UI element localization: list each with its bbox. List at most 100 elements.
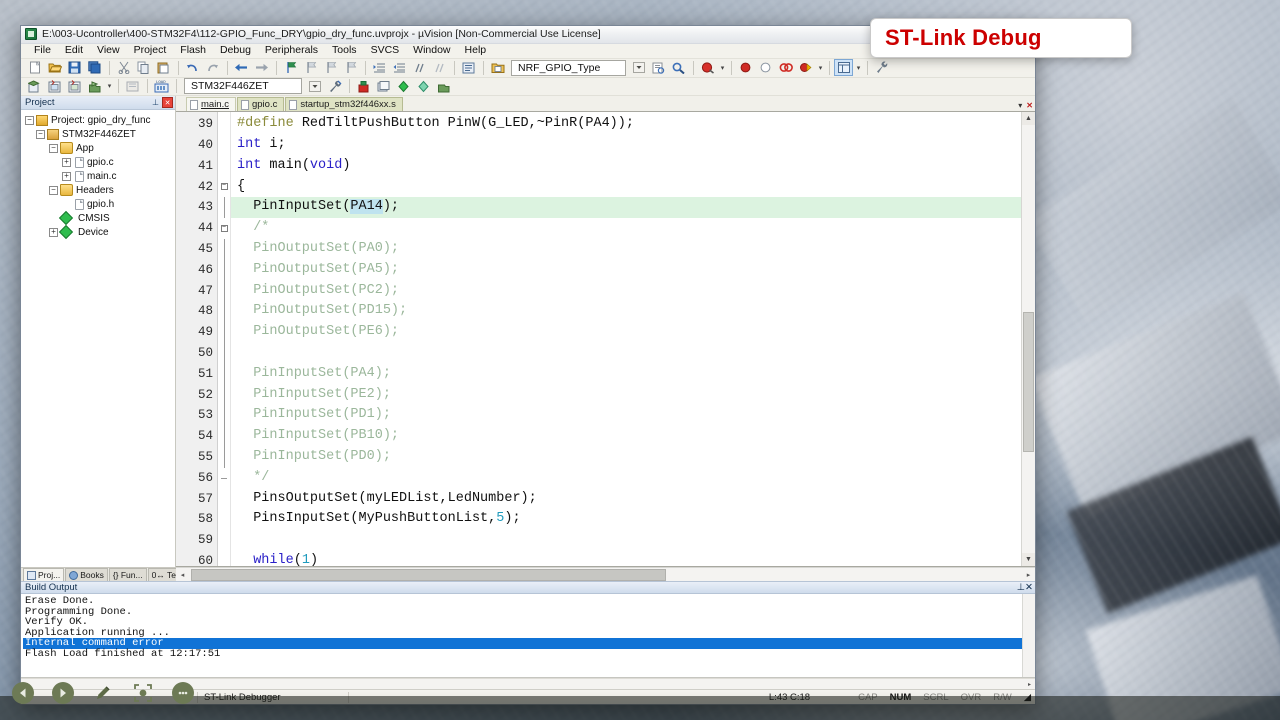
outdent-icon[interactable]: [390, 59, 409, 76]
redo-icon[interactable]: [203, 59, 222, 76]
tree-item-headers[interactable]: − Headers: [23, 183, 175, 197]
scroll-right-icon[interactable]: ▸: [1024, 679, 1035, 689]
translate-icon[interactable]: [25, 78, 44, 95]
find-in-files-icon[interactable]: [649, 59, 668, 76]
code-line[interactable]: */: [231, 468, 1035, 489]
bookmark-clear-icon[interactable]: [341, 59, 360, 76]
code-line[interactable]: {: [231, 177, 1035, 198]
menu-item-view[interactable]: View: [90, 43, 127, 58]
comment-icon[interactable]: [410, 59, 429, 76]
document-tab-startup-s[interactable]: startup_stm32f446xx.s: [285, 97, 403, 112]
code-line[interactable]: PinInputSet(PB10);: [231, 426, 1035, 447]
save-all-icon[interactable]: [85, 59, 104, 76]
code-line[interactable]: PinsInputSet(MyPushButtonList,5);: [231, 509, 1035, 530]
component-teal-icon[interactable]: [414, 78, 433, 95]
tree-item-target[interactable]: − STM32F446ZET: [23, 127, 175, 141]
code-line[interactable]: PinOutputSet(PE6);: [231, 322, 1035, 343]
disable-breakpoint-icon[interactable]: [756, 59, 775, 76]
target-combo[interactable]: STM32F446ZET: [184, 78, 302, 95]
debug-dropdown-icon[interactable]: ▾: [718, 64, 727, 72]
manage-windows-icon[interactable]: [834, 59, 853, 77]
expander-icon[interactable]: −: [36, 129, 45, 139]
rebuild-icon[interactable]: [65, 78, 84, 95]
pin-icon[interactable]: ⊥: [150, 97, 161, 108]
uncomment-icon[interactable]: [430, 59, 449, 76]
code-line[interactable]: /*: [231, 218, 1035, 239]
menu-item-project[interactable]: Project: [127, 43, 174, 58]
expander-icon[interactable]: +: [49, 227, 58, 237]
build-output-text[interactable]: Erase Done. Programming Done. Verify OK. Ap…: [21, 594, 1035, 678]
disable-all-breakpoints-icon[interactable]: [776, 59, 795, 76]
manage-run-time-env-icon[interactable]: [354, 78, 373, 95]
expander-icon[interactable]: +: [62, 157, 71, 167]
scroll-down-icon[interactable]: ▼: [1022, 553, 1035, 566]
navigate-back-icon[interactable]: [232, 59, 251, 76]
fold-margin[interactable]: − −: [218, 112, 231, 566]
tab-books[interactable]: Books: [65, 568, 108, 581]
horizontal-scroll-thumb[interactable]: [191, 568, 666, 581]
build-output-line[interactable]: Erase Done.: [23, 596, 1035, 607]
close-document-icon[interactable]: ✕: [1026, 101, 1033, 110]
code-line[interactable]: [231, 530, 1035, 551]
menu-item-window[interactable]: Window: [406, 43, 457, 58]
tab-functions[interactable]: {} Fun...: [108, 568, 147, 581]
tree-item-app[interactable]: − App: [23, 141, 175, 155]
stop-build-icon[interactable]: [123, 78, 142, 95]
breakpoint-icon[interactable]: [736, 59, 755, 76]
code-line[interactable]: PinInputSet(PE2);: [231, 385, 1035, 406]
navigate-forward-icon[interactable]: [252, 59, 271, 76]
configuration-wizard-icon[interactable]: [872, 59, 891, 76]
build-output-line[interactable]: Verify OK.: [23, 617, 1035, 628]
expander-icon[interactable]: +: [62, 171, 71, 181]
code-line[interactable]: PinsOutputSet(myLEDList,LedNumber);: [231, 489, 1035, 510]
undo-icon[interactable]: [183, 59, 202, 76]
tree-item-device[interactable]: + Device: [23, 225, 175, 240]
expander-icon[interactable]: −: [49, 143, 58, 153]
target-options-tool-icon[interactable]: [325, 78, 344, 95]
search-icon[interactable]: [669, 59, 688, 76]
horizontal-scroll-track[interactable]: [189, 568, 1022, 581]
build-output-line[interactable]: Flash Load finished at 12:17:51: [23, 649, 1035, 660]
build-output-vertical-scrollbar[interactable]: [1022, 594, 1035, 677]
copy-icon[interactable]: [134, 59, 153, 76]
back-button[interactable]: [12, 682, 34, 704]
browse-symbol-icon[interactable]: [459, 59, 478, 76]
expander-icon[interactable]: −: [49, 185, 58, 195]
code-line[interactable]: PinOutputSet(PA5);: [231, 260, 1035, 281]
tab-project[interactable]: Proj...: [23, 568, 65, 581]
code-line[interactable]: #define RedTiltPushButton PinW(G_LED,~Pi…: [231, 114, 1035, 135]
indent-icon[interactable]: [370, 59, 389, 76]
breakpoints-dropdown-icon[interactable]: ▾: [816, 64, 825, 72]
code-line[interactable]: PinOutputSet(PC2);: [231, 281, 1035, 302]
code-editor[interactable]: 39 40 41 42 43 44 45 46 47 48 49 50 51 52 53 54 55 56 57 58…: [176, 111, 1035, 567]
capture-button[interactable]: [132, 682, 154, 704]
cut-icon[interactable]: [114, 59, 133, 76]
bookmark-prev-icon[interactable]: [301, 59, 320, 76]
code-text[interactable]: #define RedTiltPushButton PinW(G_LED,~Pi…: [231, 112, 1035, 566]
target-combo-arrow-icon[interactable]: [305, 78, 324, 95]
paste-icon[interactable]: [154, 59, 173, 76]
symbol-combo[interactable]: NRF_GPIO_Type: [511, 59, 626, 76]
code-line[interactable]: int main(void): [231, 156, 1035, 177]
code-line[interactable]: PinOutputSet(PD15);: [231, 301, 1035, 322]
code-line[interactable]: int i;: [231, 135, 1035, 156]
scroll-left-icon[interactable]: ◂: [176, 568, 189, 581]
component-green-icon[interactable]: [394, 78, 413, 95]
editor-vertical-scrollbar[interactable]: ▲ ▼: [1021, 112, 1035, 566]
document-tab-main-c[interactable]: main.c: [186, 97, 236, 112]
code-line[interactable]: PinInputSet(PD0);: [231, 447, 1035, 468]
expander-icon[interactable]: −: [25, 115, 34, 125]
menu-item-peripherals[interactable]: Peripherals: [258, 43, 325, 58]
editor-horizontal-scrollbar[interactable]: ◂ ▸: [176, 567, 1035, 581]
menu-item-tools[interactable]: Tools: [325, 43, 364, 58]
document-tab-gpio-c[interactable]: gpio.c: [236, 97, 285, 112]
tab-list-dropdown-icon[interactable]: ▾: [1018, 101, 1022, 110]
code-line[interactable]: [231, 343, 1035, 364]
vertical-scroll-thumb[interactable]: [1023, 312, 1034, 453]
menu-item-help[interactable]: Help: [458, 43, 494, 58]
tree-item-project[interactable]: − Project: gpio_dry_func: [23, 113, 175, 127]
menu-item-debug[interactable]: Debug: [213, 43, 258, 58]
tree-item-gpio-h[interactable]: gpio.h: [23, 197, 175, 211]
pack-installer-icon[interactable]: [434, 78, 453, 95]
scroll-up-icon[interactable]: ▲: [1022, 112, 1035, 126]
